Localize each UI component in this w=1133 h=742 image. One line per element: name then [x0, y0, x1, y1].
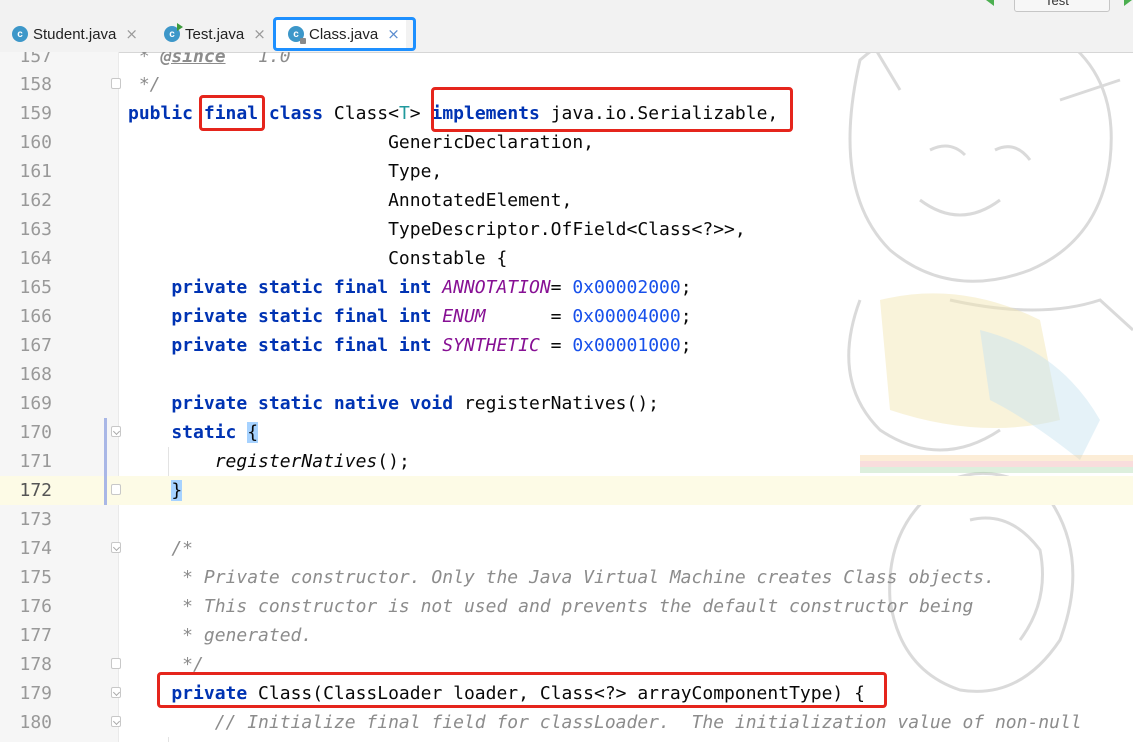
line-number: 180 — [19, 712, 52, 733]
line-code: } — [128, 476, 183, 505]
code-line: 175 * Private constructor. Only the Java… — [0, 563, 1133, 592]
line-code: * Private constructor. Only the Java Vir… — [128, 567, 995, 588]
line-number: 176 — [19, 596, 52, 617]
line-number: 163 — [19, 219, 52, 240]
line-code: * generated. — [128, 625, 313, 646]
line-code: private static native void registerNativ… — [128, 393, 660, 414]
line-code: * @since 1.0 — [128, 52, 291, 67]
line-number: 168 — [19, 364, 52, 385]
fold-end-icon[interactable] — [111, 484, 121, 495]
line-number: 170 — [19, 422, 52, 443]
line-code: private static final int ANNOTATION= 0x0… — [128, 277, 692, 298]
fold-icon[interactable] — [111, 542, 121, 553]
fold-end-icon[interactable] — [111, 658, 121, 669]
line-code: TypeDescriptor.OfField<Class<?>>, — [128, 219, 746, 240]
active-tab-highlight — [273, 17, 416, 51]
line-number: 165 — [19, 277, 52, 298]
line-code: Constable { — [128, 248, 508, 269]
java-class-icon: c — [12, 26, 28, 42]
code-line: 159 public final class Class<T> implemen… — [0, 99, 1133, 128]
line-number: 166 — [19, 306, 52, 327]
indent-guide — [168, 447, 169, 476]
line-number: 171 — [19, 451, 52, 472]
tab-student-java[interactable]: c Student.java × — [0, 19, 144, 49]
code-line: 173 — [0, 505, 1133, 534]
fold-icon[interactable] — [111, 716, 121, 727]
code-line: 160 GenericDeclaration, — [0, 128, 1133, 157]
line-code: private static final int SYNTHETIC = 0x0… — [128, 335, 692, 356]
code-line: 164 Constable { — [0, 244, 1133, 273]
line-code: // Initialize final field for classLoade… — [128, 712, 1082, 733]
code-line: 158 */ — [0, 70, 1133, 99]
line-code: */ — [128, 654, 204, 675]
code-line: 171 registerNatives(); — [0, 447, 1133, 476]
line-number: 161 — [19, 161, 52, 182]
line-number: 164 — [19, 248, 52, 269]
indent-guide — [168, 737, 169, 742]
line-number: 162 — [19, 190, 52, 211]
code-line: 180 // Initialize final field for classL… — [0, 708, 1133, 737]
line-code: Type, — [128, 161, 443, 182]
line-code: private static final int ENUM = 0x000040… — [128, 306, 692, 327]
line-code: /* — [128, 538, 194, 559]
line-number: 167 — [19, 335, 52, 356]
code-line: 168 — [0, 360, 1133, 389]
line-number: 172 — [19, 480, 52, 501]
line-code: GenericDeclaration, — [128, 132, 594, 153]
run-configuration-select[interactable]: Test — [1014, 0, 1110, 12]
line-number: 160 — [19, 132, 52, 153]
tab-label: Test.java — [185, 25, 245, 43]
code-line: 169 private static native void registerN… — [0, 389, 1133, 418]
fold-icon[interactable] — [111, 687, 121, 698]
code-line: 170 static { — [0, 418, 1133, 447]
line-code: * This constructor is not used and preve… — [128, 596, 974, 617]
tab-label: Student.java — [33, 25, 117, 43]
code-line: 161 Type, — [0, 157, 1133, 186]
editor-tab-bar: c Student.java × c Test.java × c Class.j… — [0, 0, 1133, 53]
matched-brace: { — [247, 422, 259, 443]
matched-brace: } — [171, 480, 183, 501]
line-code: AnnotatedElement, — [128, 190, 573, 211]
line-number: 173 — [19, 509, 52, 530]
code-line: 162 AnnotatedElement, — [0, 186, 1133, 215]
code-line: 178 */ — [0, 650, 1133, 679]
line-number: 177 — [19, 625, 52, 646]
vcs-change-marker[interactable] — [104, 418, 107, 505]
code-line: 174 /* — [0, 534, 1133, 563]
line-code: static { — [128, 422, 259, 443]
line-number: 158 — [19, 74, 52, 95]
line-number: 178 — [19, 654, 52, 675]
line-number: 179 — [19, 683, 52, 704]
line-number: 159 — [19, 103, 52, 124]
current-code-line: 172 } — [0, 476, 1133, 505]
java-runnable-class-icon: c — [164, 23, 183, 42]
line-number: 157 — [19, 52, 52, 67]
code-line: 167 private static final int SYNTHETIC =… — [0, 331, 1133, 360]
code-line: 165 private static final int ANNOTATION=… — [0, 273, 1133, 302]
line-number: 175 — [19, 567, 52, 588]
code-line: 177 * generated. — [0, 621, 1133, 650]
code-line: 166 private static final int ENUM = 0x00… — [0, 302, 1133, 331]
tab-test-java[interactable]: c Test.java × — [152, 19, 272, 49]
line-code: registerNatives(); — [214, 451, 410, 472]
close-icon[interactable]: × — [253, 25, 266, 43]
code-editor[interactable]: 157 * @since 1.0 158 */ 159 public final… — [0, 52, 1133, 742]
line-number: 169 — [19, 393, 52, 414]
line-number: 174 — [19, 538, 52, 559]
run-icon[interactable] — [1124, 0, 1132, 6]
close-icon[interactable]: × — [125, 25, 138, 43]
fold-icon[interactable] — [111, 426, 121, 437]
line-code: private Class(ClassLoader loader, Class<… — [128, 683, 865, 704]
line-code: public final class Class<T> implements j… — [128, 103, 779, 124]
code-line: 176 * This constructor is not used and p… — [0, 592, 1133, 621]
code-line: 179 private Class(ClassLoader loader, Cl… — [0, 679, 1133, 708]
code-line: 163 TypeDescriptor.OfField<Class<?>>, — [0, 215, 1133, 244]
code-line: 157 * @since 1.0 — [0, 52, 1133, 71]
line-code: */ — [128, 74, 161, 95]
fold-end-icon[interactable] — [111, 78, 121, 89]
back-arrow-icon[interactable] — [986, 0, 994, 6]
